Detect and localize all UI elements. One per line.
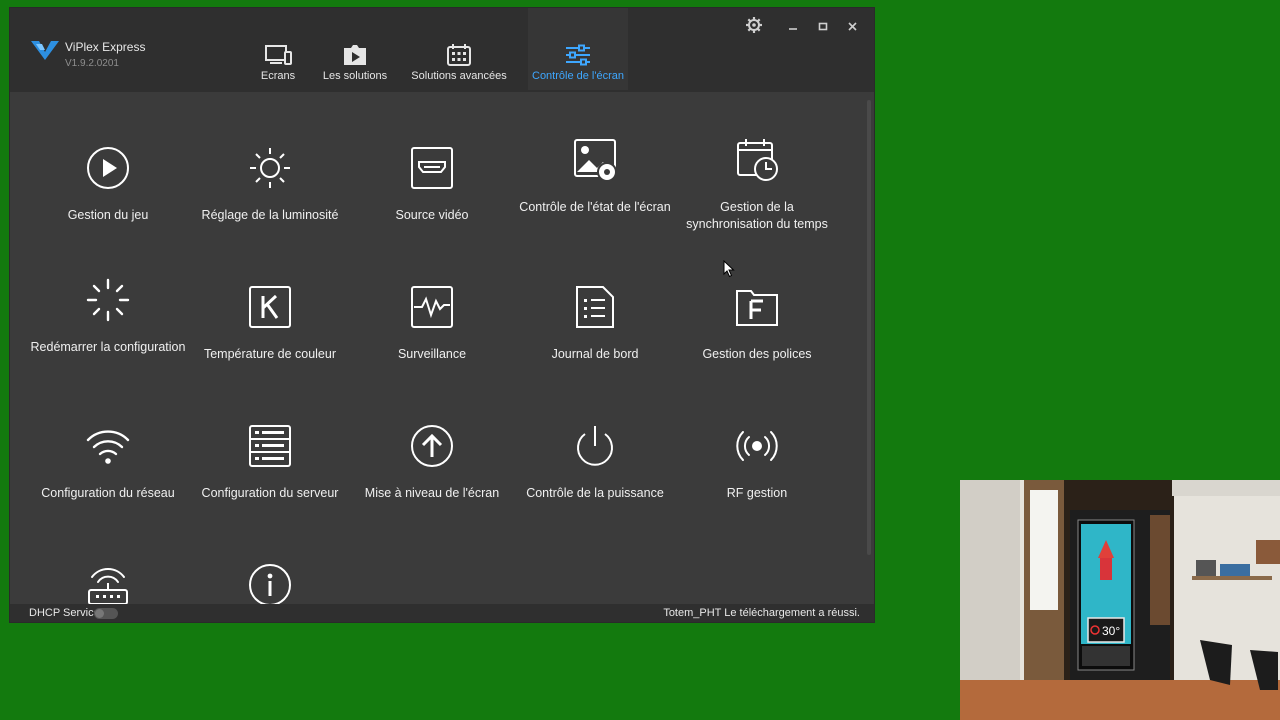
loading-icon	[86, 278, 130, 322]
tile-label: Redémarrer la configuration	[30, 340, 186, 354]
webcam-overlay: 30°	[960, 480, 1280, 720]
tile-label: Source vidéo	[395, 208, 469, 222]
tile-label: Réglage de la luminosité	[201, 208, 339, 222]
tab-label: Ecrans	[260, 70, 296, 82]
tile-label: Contrôle de l'état de l'écran	[519, 200, 671, 214]
tab-ecrans[interactable]: Ecrans	[253, 8, 303, 90]
wifi-icon	[86, 430, 130, 464]
tile-synchronisation-temps[interactable]: Gestion de la synchronisation du temps	[677, 138, 837, 233]
tile-gestion-du-jeu[interactable]: Gestion du jeu	[28, 146, 188, 224]
tile-reglage-luminosite[interactable]: Réglage de la luminosité	[190, 146, 350, 224]
brightness-icon	[250, 148, 290, 188]
tile-label: Mise à niveau de l'écran	[364, 486, 500, 500]
title-bar: ViPlex Express V1.9.2.0201 Ecrans Les so…	[10, 8, 874, 92]
app-version: V1.9.2.0201	[65, 58, 119, 69]
info-icon	[249, 564, 291, 604]
app-window: ViPlex Express V1.9.2.0201 Ecrans Les so…	[10, 8, 874, 622]
settings-gear-icon[interactable]	[743, 14, 765, 36]
tile-router[interactable]	[28, 563, 188, 604]
log-icon	[576, 286, 614, 328]
tab-controle-ecran[interactable]: Contrôle de l'écran	[528, 8, 628, 90]
maximize-icon[interactable]	[812, 14, 834, 36]
tile-controle-puissance[interactable]: Contrôle de la puissance	[515, 424, 675, 502]
dhcp-service-toggle[interactable]	[94, 608, 118, 619]
font-folder-icon	[736, 290, 778, 326]
play-folder-icon	[344, 45, 366, 65]
tile-info[interactable]	[190, 563, 350, 604]
tile-label: Journal de bord	[551, 347, 639, 361]
status-bar: DHCP Service Totem_PHT Le téléchargement…	[10, 604, 874, 622]
tab-label: Solutions avancées	[411, 70, 507, 82]
tile-mise-a-niveau-ecran[interactable]: Mise à niveau de l'écran	[352, 424, 512, 502]
server-icon	[249, 425, 291, 467]
pulse-icon	[411, 286, 453, 328]
close-icon[interactable]	[842, 14, 864, 36]
tile-rf-gestion[interactable]: RF gestion	[677, 424, 837, 502]
dhcp-service-label: DHCP Service	[29, 607, 100, 619]
calendar-icon	[447, 44, 471, 66]
monitor-icon	[265, 45, 292, 65]
tile-label: Surveillance	[397, 347, 467, 361]
mouse-cursor-icon	[723, 260, 735, 278]
room-scene-image: 30°	[960, 480, 1280, 720]
k-icon	[249, 286, 291, 328]
tile-label: Configuration du réseau	[41, 486, 175, 500]
tile-redemarrer-configuration[interactable]: Redémarrer la configuration	[28, 278, 188, 356]
calendar-clock-icon	[737, 139, 778, 181]
tile-surveillance[interactable]: Surveillance	[352, 285, 512, 363]
screen-control-panel: Gestion du jeu Réglage de la luminosité …	[10, 92, 874, 604]
tile-label: RF gestion	[726, 486, 788, 500]
screen-status-icon	[574, 139, 617, 182]
tile-source-video[interactable]: Source vidéo	[352, 146, 512, 224]
status-message: Totem_PHT Le téléchargement a réussi.	[663, 607, 860, 619]
tab-solutions-avancees[interactable]: Solutions avancées	[411, 8, 507, 90]
upgrade-icon	[411, 425, 453, 467]
rf-icon	[736, 431, 778, 461]
tile-label: Configuration du serveur	[201, 486, 339, 500]
temperature-display: 30°	[1102, 624, 1120, 638]
app-name: ViPlex Express	[65, 40, 146, 54]
tab-label: Contrôle de l'écran	[532, 70, 624, 82]
tile-controle-etat-ecran[interactable]: Contrôle de l'état de l'écran	[515, 138, 675, 216]
tile-label: Contrôle de la puissance	[526, 486, 664, 500]
play-circle-icon	[87, 147, 129, 189]
tile-configuration-serveur[interactable]: Configuration du serveur	[190, 424, 350, 502]
tab-label: Les solutions	[322, 70, 388, 82]
tile-configuration-reseau[interactable]: Configuration du réseau	[28, 424, 188, 502]
tile-journal-de-bord[interactable]: Journal de bord	[515, 285, 675, 363]
tile-label: Gestion des polices	[702, 347, 812, 361]
tile-gestion-polices[interactable]: Gestion des polices	[677, 285, 837, 363]
tile-label: Gestion de la synchronisation du temps	[686, 200, 828, 231]
viplex-logo-icon	[31, 41, 59, 60]
tile-label: Température de couleur	[203, 347, 337, 361]
scrollbar[interactable]	[867, 100, 871, 555]
tile-label: Gestion du jeu	[67, 208, 149, 222]
router-icon	[88, 568, 128, 604]
power-icon	[577, 426, 613, 466]
hdmi-icon	[411, 147, 453, 189]
tab-solutions[interactable]: Les solutions	[319, 8, 391, 90]
minimize-icon[interactable]	[782, 14, 804, 36]
sliders-icon	[566, 44, 590, 66]
tile-temperature-couleur[interactable]: Température de couleur	[190, 285, 350, 363]
